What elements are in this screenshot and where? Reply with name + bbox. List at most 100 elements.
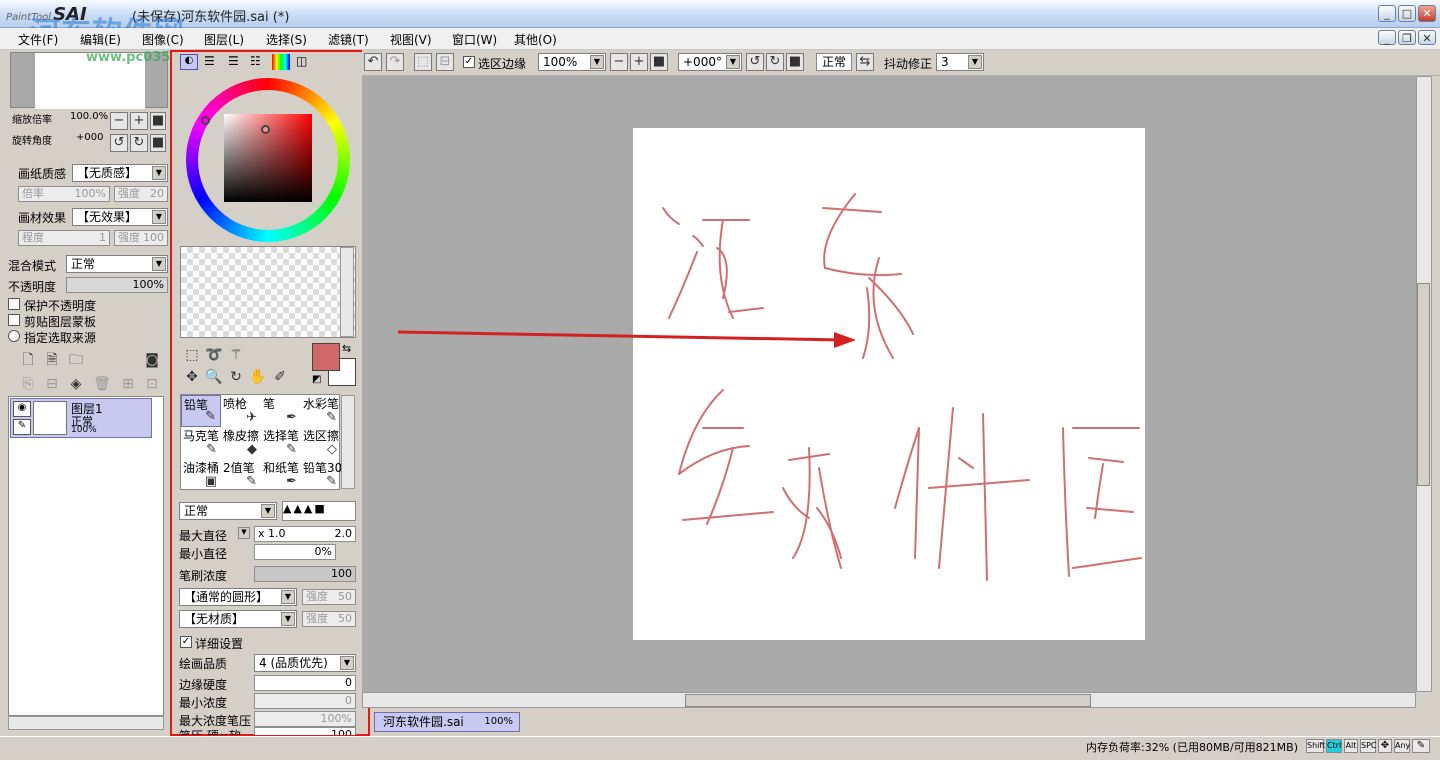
brush-mode-select[interactable]: 正常 ▼ bbox=[179, 502, 277, 520]
transparent-color-icon[interactable]: ◩ bbox=[312, 374, 321, 385]
doc-minimize-button[interactable]: _ bbox=[1378, 30, 1396, 45]
brush-tool-4[interactable]: 水彩笔 ✎ bbox=[301, 395, 341, 427]
brush-tool-8[interactable]: 选区擦 ◇ bbox=[301, 427, 341, 459]
merge-visible-icon[interactable]: ⊡ bbox=[142, 374, 162, 394]
hsv-slider-tab-icon[interactable]: ☰ bbox=[228, 54, 239, 68]
delete-layer-icon[interactable]: 🗑 bbox=[92, 374, 112, 394]
eyedropper-icon[interactable]: ✐ bbox=[270, 367, 290, 387]
zoom-select[interactable]: 100% ▼ bbox=[538, 53, 606, 71]
swap-colors-icon[interactable]: ⇆ bbox=[342, 342, 351, 355]
color-wheel-tab-icon[interactable]: ◐ bbox=[180, 54, 198, 70]
brush-tool-3[interactable]: 笔 ✒ bbox=[261, 395, 301, 427]
paper-texture-select[interactable]: 【无质感】 ▼ bbox=[72, 164, 168, 182]
toolbar-rotate-reset-button[interactable]: ■ bbox=[786, 53, 804, 71]
toolbar-zoom-out-button[interactable]: − bbox=[610, 53, 628, 71]
close-button[interactable]: ✕ bbox=[1418, 5, 1436, 22]
sv-marker[interactable] bbox=[261, 125, 270, 134]
selection-edge-checkbox[interactable]: ✓ bbox=[463, 56, 475, 68]
zoom-icon[interactable]: 🔍 bbox=[204, 367, 224, 387]
foreground-color-swatch[interactable] bbox=[312, 343, 340, 371]
min-size-field[interactable]: 0% bbox=[254, 544, 336, 560]
menu-edit[interactable]: 编辑(E) bbox=[80, 31, 121, 48]
zoom-reset-button[interactable]: ■ bbox=[150, 112, 166, 130]
rotate-right-button[interactable]: ↻ bbox=[130, 134, 148, 152]
shape-strength-field[interactable]: 强度 50 bbox=[302, 589, 356, 605]
selection-source-radio[interactable] bbox=[8, 330, 20, 342]
new-linework-layer-icon[interactable]: 🗎 bbox=[42, 350, 62, 370]
redo-button[interactable]: ↷ bbox=[386, 53, 404, 71]
minimize-button[interactable]: _ bbox=[1378, 5, 1396, 22]
max-size-field[interactable]: x 1.0 2.0 bbox=[254, 526, 356, 542]
view-mode-select[interactable]: 正常 bbox=[816, 53, 852, 71]
doc-close-button[interactable]: ✕ bbox=[1418, 30, 1436, 45]
brush-grid-scrollbar[interactable] bbox=[341, 395, 355, 489]
paper-effect-select[interactable]: 【无效果】 ▼ bbox=[72, 208, 168, 226]
toolbar-rotate-right-button[interactable]: ↻ bbox=[766, 53, 784, 71]
palette-tab-icon[interactable]: ☷ bbox=[250, 54, 261, 68]
canvas-vscroll-thumb[interactable] bbox=[1417, 283, 1430, 486]
effect-strength-field[interactable]: 强度 100 bbox=[114, 230, 168, 246]
scratchpad-scrollbar[interactable] bbox=[340, 247, 354, 337]
brush-tool-6[interactable]: 橡皮擦 ◆ bbox=[221, 427, 261, 459]
menu-select[interactable]: 选择(S) bbox=[266, 31, 307, 48]
brush-tool-1[interactable]: 铅笔 ✎ bbox=[181, 395, 221, 427]
menu-other[interactable]: 其他(O) bbox=[514, 31, 557, 48]
rect-select-icon[interactable]: ⬚ bbox=[182, 345, 202, 365]
zoom-in-button[interactable]: + bbox=[130, 112, 148, 130]
clip-group-checkbox[interactable] bbox=[8, 314, 20, 326]
eye-icon[interactable]: ◉ bbox=[13, 401, 31, 417]
size-range-dropdown[interactable]: ▼ bbox=[238, 527, 250, 539]
flip-view-button[interactable]: ⇆ bbox=[856, 53, 874, 71]
stabilizer-select[interactable]: 3 ▼ bbox=[936, 53, 984, 71]
menu-view[interactable]: 视图(V) bbox=[390, 31, 432, 48]
brush-shape-presets[interactable]: ▲▲▲■ bbox=[282, 501, 356, 521]
brush-tool-7[interactable]: 选择笔 ✎ bbox=[261, 427, 301, 459]
brush-tool-11[interactable]: 和纸笔 ✒ bbox=[261, 459, 301, 491]
rgb-slider-tab-icon[interactable]: ☰ bbox=[204, 54, 215, 68]
density-slider[interactable]: 100 bbox=[254, 566, 356, 582]
brush-tool-10[interactable]: 2值笔 ✎ bbox=[221, 459, 261, 491]
brush-tool-9[interactable]: 油漆桶 ▣ bbox=[181, 459, 221, 491]
menu-file[interactable]: 文件(F) bbox=[18, 31, 58, 48]
scratchpad-tab-icon[interactable]: ◫ bbox=[296, 54, 307, 68]
move-icon[interactable]: ✥ bbox=[182, 367, 202, 387]
deselect-button[interactable]: ⬚ bbox=[414, 53, 432, 71]
brush-tool-12[interactable]: 铅笔30 ✎ bbox=[301, 459, 342, 491]
drawing-canvas[interactable] bbox=[633, 128, 1145, 640]
invert-select-button[interactable]: ⊟ bbox=[436, 53, 454, 71]
rotate-view-icon[interactable]: ↻ bbox=[226, 367, 246, 387]
doc-restore-button[interactable]: ❐ bbox=[1398, 30, 1416, 45]
angle-select[interactable]: +000° ▼ bbox=[678, 53, 742, 71]
opacity-slider[interactable]: 100% bbox=[66, 277, 168, 293]
merge-down-icon[interactable]: ⊞ bbox=[118, 374, 138, 394]
edge-hardness-field[interactable]: 0 bbox=[254, 675, 356, 691]
texture-strength-field[interactable]: 强度 50 bbox=[302, 611, 356, 627]
layer-row[interactable]: ◉ ✎ 图层1 正常 100% bbox=[10, 398, 152, 438]
undo-button[interactable]: ↶ bbox=[364, 53, 382, 71]
document-tab[interactable]: 河东软件园.sai 100% bbox=[374, 712, 520, 732]
swatch-tab-icon[interactable] bbox=[272, 54, 290, 70]
layer-mask-icon[interactable]: ◙ bbox=[142, 350, 162, 370]
menu-image[interactable]: 图像(C) bbox=[142, 31, 184, 48]
min-density-field[interactable]: 0 bbox=[254, 693, 356, 709]
brush-shape-select[interactable]: 【通常的圆形】 ▼ bbox=[179, 588, 297, 606]
clear-layer-icon[interactable]: ◈ bbox=[66, 374, 86, 394]
hand-icon[interactable]: ✋ bbox=[248, 367, 268, 387]
menu-window[interactable]: 窗口(W) bbox=[452, 31, 497, 48]
toolbar-zoom-reset-button[interactable]: ■ bbox=[650, 53, 668, 71]
copy-layer-icon[interactable]: ⎘ bbox=[18, 374, 38, 394]
new-layer-icon[interactable]: 🗋 bbox=[18, 350, 38, 370]
zoom-value[interactable]: 100.0% bbox=[70, 111, 108, 122]
rotate-left-button[interactable]: ↺ bbox=[110, 134, 128, 152]
brush-tool-5[interactable]: 马克笔 ✎ bbox=[181, 427, 221, 459]
brush-texture-select[interactable]: 【无材质】 ▼ bbox=[179, 610, 297, 628]
paper-scale-field[interactable]: 倍率 100% bbox=[18, 186, 110, 202]
toolbar-zoom-in-button[interactable]: + bbox=[630, 53, 648, 71]
rotate-value[interactable]: +000 bbox=[76, 132, 103, 143]
canvas-hscroll-thumb[interactable] bbox=[685, 694, 1091, 707]
paper-strength-field[interactable]: 强度 20 bbox=[114, 186, 168, 202]
blend-mode-select[interactable]: 正常 ▼ bbox=[66, 255, 168, 273]
advanced-settings-checkbox[interactable]: ✓ bbox=[180, 636, 192, 648]
new-folder-icon[interactable]: 🗀 bbox=[66, 350, 86, 370]
scratchpad-area[interactable] bbox=[180, 246, 356, 338]
